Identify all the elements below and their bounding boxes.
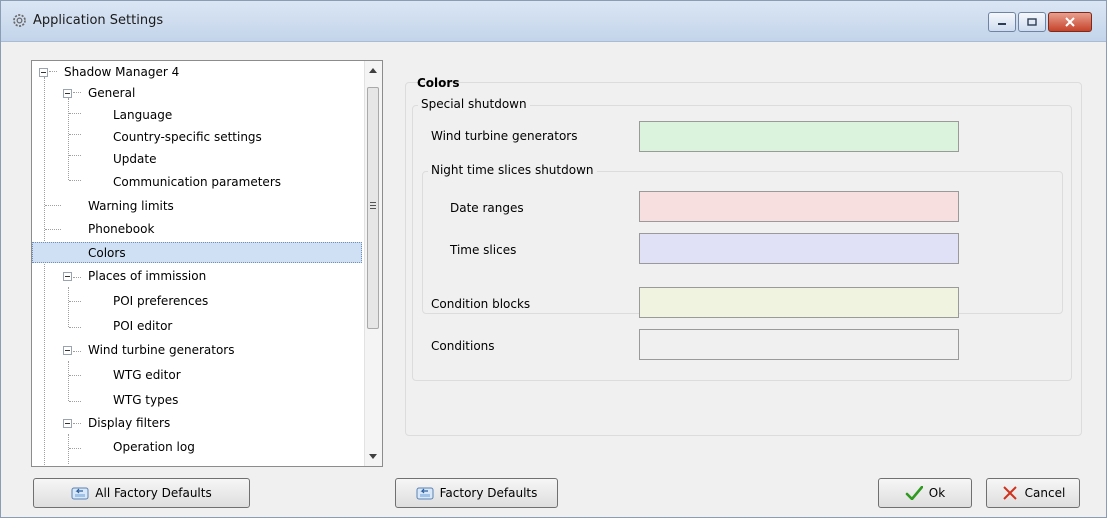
tree-item-label: Language <box>113 108 173 122</box>
close-icon <box>1002 486 1017 500</box>
tree-item-places-of-immission[interactable]: Places of immission <box>32 266 362 287</box>
tree-item-wtg-types[interactable]: WTG types <box>32 390 362 411</box>
tree-item-colors[interactable]: Colors <box>32 242 362 263</box>
scroll-up-icon[interactable] <box>369 68 377 73</box>
tree-item-label: POI editor <box>113 319 173 333</box>
tree-item-update[interactable]: Update <box>32 149 362 170</box>
cancel-button[interactable]: Cancel <box>986 478 1080 508</box>
special-shutdown-title: Special shutdown <box>418 97 530 111</box>
tree-item-label: Update <box>113 152 157 166</box>
button-label: Factory Defaults <box>439 486 538 500</box>
tree-item-label: WTG types <box>113 393 179 407</box>
close-icon <box>1065 17 1075 27</box>
condition-blocks-label: Condition blocks <box>431 297 531 311</box>
collapse-icon[interactable] <box>63 346 72 355</box>
tree-item-general[interactable]: General <box>32 83 362 104</box>
collapse-icon[interactable] <box>63 89 72 98</box>
tree-item-phonebook[interactable]: Phonebook <box>32 219 362 240</box>
tree-item-label: Phonebook <box>88 222 155 236</box>
button-label: Ok <box>928 486 946 500</box>
tree-item-warning-limits[interactable]: Warning limits <box>32 196 362 217</box>
tree-item-country-specific-settings[interactable]: Country-specific settings <box>32 127 362 148</box>
gear-icon <box>13 14 26 27</box>
checkmark-icon <box>905 486 923 500</box>
tree-item-label: General <box>88 86 136 100</box>
collapse-icon[interactable] <box>63 419 72 428</box>
date-ranges-color-swatch[interactable] <box>639 191 959 222</box>
time-slices-color-swatch[interactable] <box>639 233 959 264</box>
tree-item-label: Warning limits <box>88 199 174 213</box>
reset-icon <box>71 487 89 500</box>
tree-item-label: WTG editor <box>113 368 181 382</box>
condition-blocks-color-swatch[interactable] <box>639 287 959 318</box>
date-ranges-label: Date ranges <box>450 201 524 215</box>
client-area: Shadow Manager 4 General Language Countr… <box>2 42 1105 516</box>
tree-item-poi-preferences[interactable]: POI preferences <box>32 291 362 312</box>
tree-item-communication-parameters[interactable]: Communication parameters <box>32 172 362 193</box>
tree-item-label: Operation log <box>113 440 195 454</box>
time-slices-label: Time slices <box>450 243 517 257</box>
wtg-color-label: Wind turbine generators <box>431 129 578 143</box>
tree-item-wtg-editor[interactable]: WTG editor <box>32 365 362 386</box>
all-factory-defaults-button[interactable]: All Factory Defaults <box>33 478 250 508</box>
scroll-down-icon[interactable] <box>369 454 377 459</box>
tree-item-label: Colors <box>88 246 126 260</box>
collapse-icon[interactable] <box>39 68 48 77</box>
tree-item-wind-turbine-generators[interactable]: Wind turbine generators <box>32 340 362 361</box>
tree-item-label: Display filters <box>88 416 171 430</box>
button-label: All Factory Defaults <box>95 486 212 500</box>
tree-item-label: Shadow Manager 4 <box>64 65 180 79</box>
panel-title: Colors <box>417 76 460 90</box>
conditions-label: Conditions <box>431 339 495 353</box>
factory-defaults-button[interactable]: Factory Defaults <box>395 478 558 508</box>
settings-tree[interactable]: Shadow Manager 4 General Language Countr… <box>31 60 383 467</box>
ok-button[interactable]: Ok <box>878 478 972 508</box>
button-label: Cancel <box>1024 486 1066 500</box>
application-settings-window: Application Settings Shadow Manager 4 Ge… <box>0 0 1107 518</box>
wtg-color-swatch[interactable] <box>639 121 959 152</box>
tree-item-label: Places of immission <box>88 269 207 283</box>
night-time-slices-title: Night time slices shutdown <box>428 163 597 177</box>
tree-item-language[interactable]: Language <box>32 105 362 126</box>
tree-item-label: POI preferences <box>113 294 209 308</box>
reset-icon <box>416 487 434 500</box>
minimize-icon <box>998 23 1006 25</box>
conditions-color-swatch[interactable] <box>639 329 959 360</box>
minimize-button[interactable] <box>988 12 1016 32</box>
collapse-icon[interactable] <box>63 272 72 281</box>
close-button[interactable] <box>1048 12 1092 32</box>
maximize-icon <box>1027 18 1037 26</box>
window-title: Application Settings <box>33 13 164 28</box>
title-bar[interactable]: Application Settings <box>1 1 1106 42</box>
tree-item-shadow-manager[interactable]: Shadow Manager 4 <box>32 62 362 83</box>
tree-item-label: Communication parameters <box>113 175 281 189</box>
maximize-button[interactable] <box>1018 12 1046 32</box>
tree-item-operation-log[interactable]: Operation log <box>32 437 362 458</box>
scrollbar-thumb[interactable] <box>367 87 379 329</box>
tree-scrollbar[interactable] <box>364 61 382 466</box>
tree-item-poi-editor[interactable]: POI editor <box>32 316 362 337</box>
tree-item-display-filters[interactable]: Display filters <box>32 413 362 434</box>
tree-item-label: Country-specific settings <box>113 130 262 144</box>
tree-item-label: Wind turbine generators <box>88 343 235 357</box>
